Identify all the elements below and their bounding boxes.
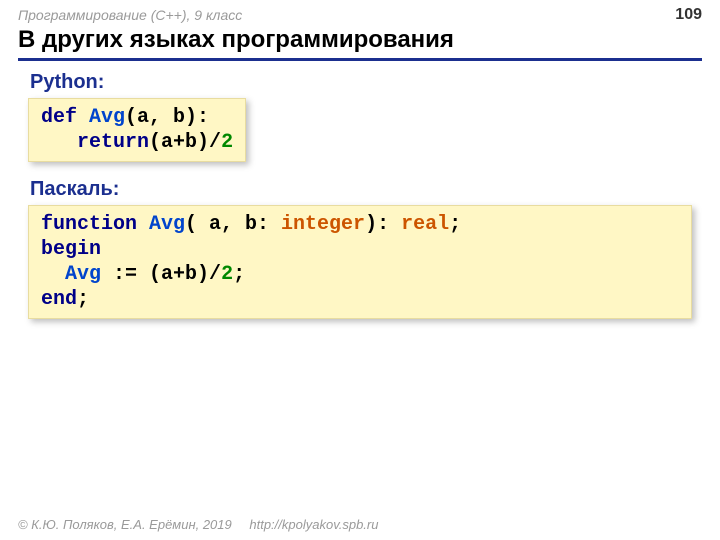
- page-number: 109: [675, 6, 702, 24]
- kw-begin: begin: [41, 238, 101, 261]
- pa-slash: /: [209, 263, 221, 286]
- pa-close: ):: [365, 213, 401, 236]
- py-sig: (a, b):: [125, 106, 209, 129]
- pa-semi1: ;: [449, 213, 461, 236]
- header-bar: Программирование (C++), 9 класс 109: [0, 0, 720, 26]
- kw-end: end: [41, 288, 77, 311]
- page-title: В других языках программирования: [18, 26, 702, 61]
- kw-real: real: [401, 213, 449, 236]
- python-code: def Avg(a, b): return(a+b)/2: [28, 98, 246, 162]
- pa-semi3: ;: [77, 288, 89, 311]
- pa-fn: Avg: [137, 213, 185, 236]
- pascal-code: function Avg( a, b: integer): real; begi…: [28, 205, 692, 319]
- footer-url: http://kpolyakov.spb.ru: [249, 517, 378, 532]
- pa-two: 2: [221, 263, 233, 286]
- pa-assignL: Avg: [41, 263, 101, 286]
- pa-expr: (a+b): [149, 263, 209, 286]
- content: Python: def Avg(a, b): return(a+b)/2 Пас…: [0, 61, 720, 319]
- course-label: Программирование (C++), 9 класс: [18, 7, 242, 23]
- pa-assignOp: :=: [101, 263, 149, 286]
- python-label: Python:: [30, 71, 692, 94]
- copyright: © К.Ю. Поляков, Е.А. Ерёмин, 2019: [18, 517, 232, 532]
- pa-open: ( a, b:: [185, 213, 281, 236]
- pascal-label: Паскаль:: [30, 178, 692, 201]
- py-expr: (a+b): [149, 131, 209, 154]
- kw-integer: integer: [281, 213, 365, 236]
- kw-function: function: [41, 213, 137, 236]
- footer: © К.Ю. Поляков, Е.А. Ерёмин, 2019 http:/…: [18, 517, 378, 532]
- py-slash: /: [209, 131, 221, 154]
- py-two: 2: [221, 131, 233, 154]
- kw-def: def: [41, 106, 77, 129]
- kw-return: return: [41, 131, 149, 154]
- pa-semi2: ;: [233, 263, 245, 286]
- fn-name: Avg: [77, 106, 125, 129]
